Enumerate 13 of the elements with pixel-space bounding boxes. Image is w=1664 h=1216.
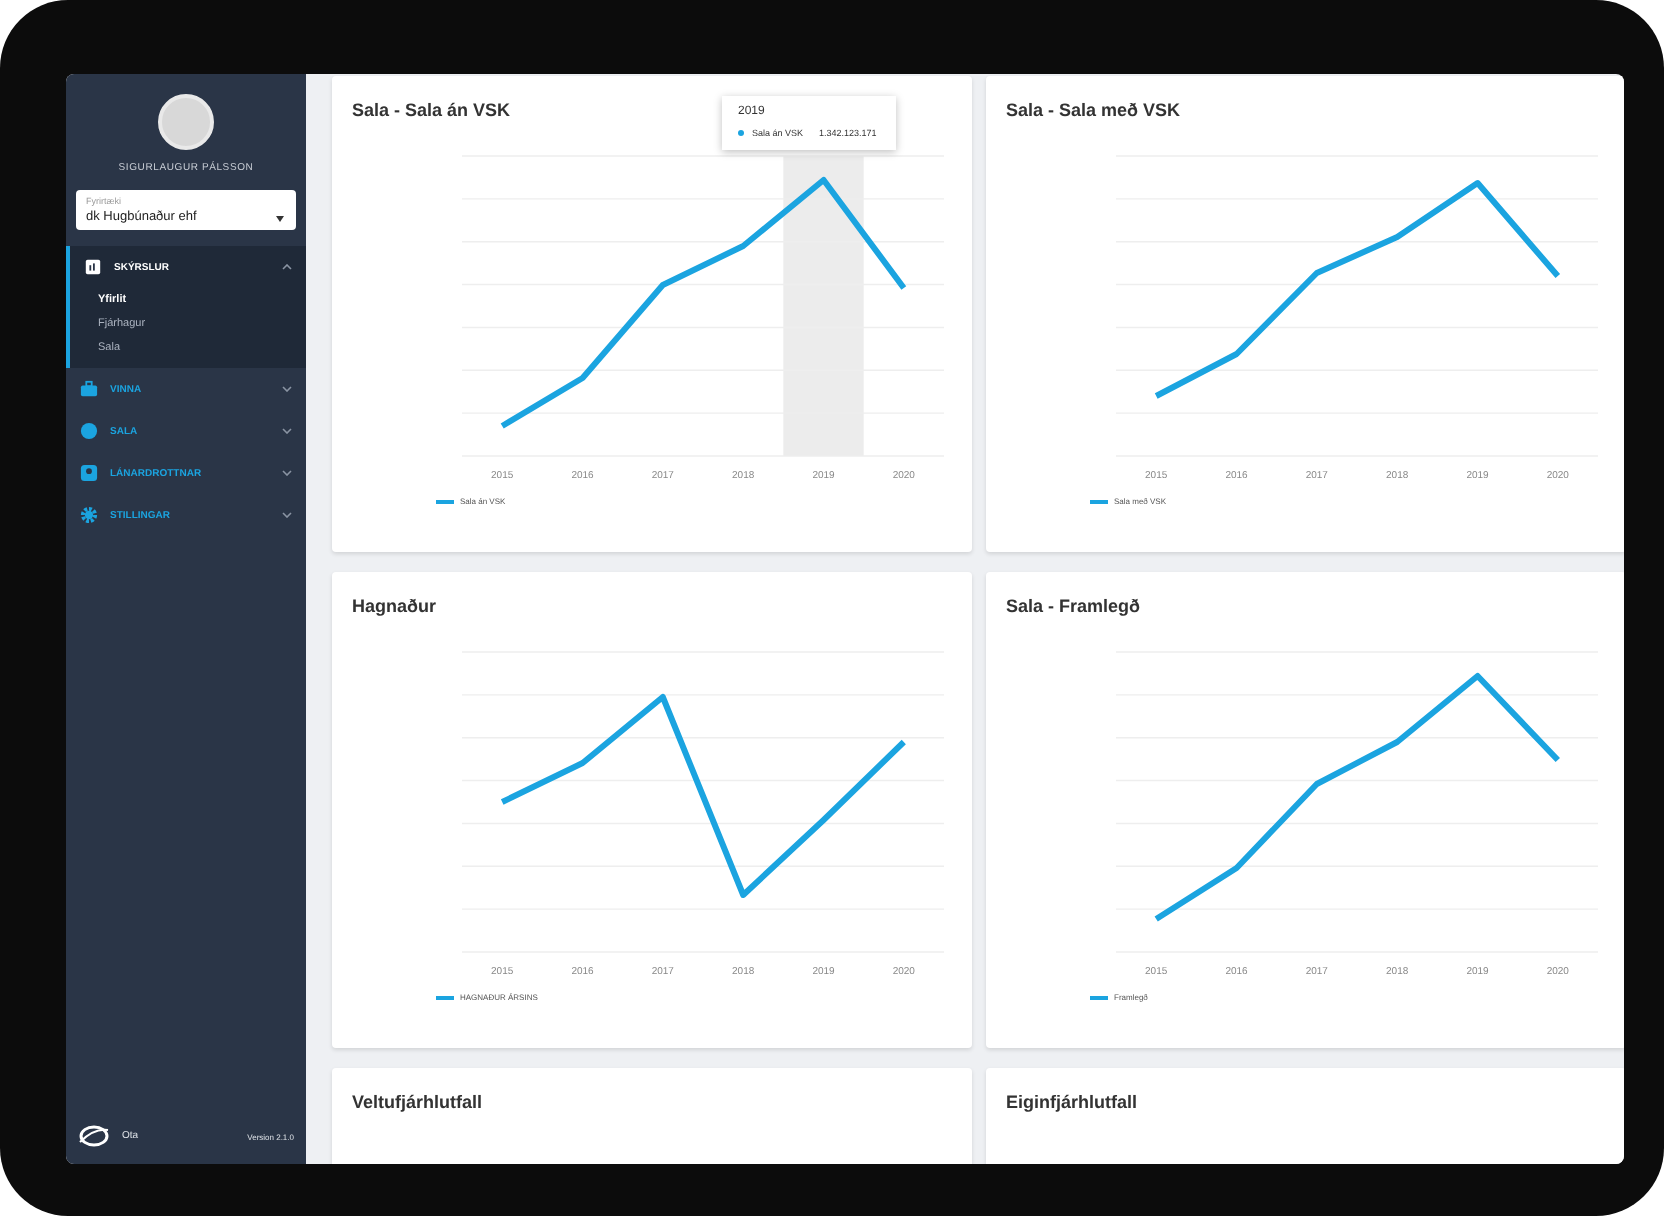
card-title: Sala - Framlegð	[1006, 596, 1141, 616]
card-title: Eiginfjárhlutfall	[1006, 1092, 1138, 1112]
briefcase-icon	[80, 380, 98, 398]
avatar	[158, 94, 214, 150]
card-title: Sala - Sala án VSK	[352, 100, 511, 120]
caret-icon	[276, 216, 284, 222]
person-icon	[80, 464, 98, 482]
logo-icon	[78, 1124, 110, 1148]
card-title: Sala - Sala með VSK	[1006, 100, 1181, 120]
card-title: Hagnaður	[352, 596, 437, 616]
card-title: Veltufjárhlutfall	[352, 1092, 483, 1112]
settings-icon	[80, 506, 98, 524]
chart-icon	[84, 258, 102, 276]
